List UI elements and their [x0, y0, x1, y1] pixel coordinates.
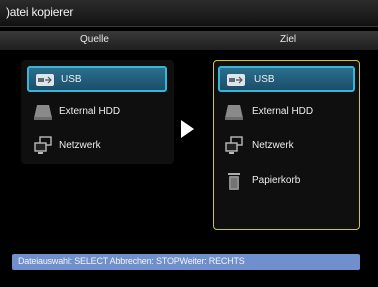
target-item-label: Papierkorb: [252, 175, 301, 186]
target-item-label: External HDD: [252, 106, 314, 117]
source-item-netzwerk[interactable]: Netzwerk: [27, 134, 167, 160]
source-item-label: Netzwerk: [59, 140, 101, 151]
source-panel: USB External HDD Netzwerk: [21, 60, 174, 164]
page-title: )atei kopierer: [6, 5, 74, 19]
source-item-external-hdd[interactable]: External HDD: [27, 100, 167, 126]
target-item-netzwerk[interactable]: Netzwerk: [218, 134, 355, 160]
usb-icon: [36, 74, 54, 86]
trash-icon: [228, 173, 240, 190]
status-bar: Dateiauswahl: SELECT Abbrechen: STOPWeit…: [12, 254, 360, 270]
network-icon: [225, 136, 243, 154]
target-column-header: Ziel: [280, 34, 297, 45]
column-header-bar: Quelle Ziel: [0, 31, 378, 50]
copy-direction-arrow-icon: [181, 120, 194, 138]
target-item-external-hdd[interactable]: External HDD: [218, 100, 355, 126]
source-item-usb[interactable]: USB: [27, 66, 167, 92]
usb-icon: [227, 74, 245, 86]
source-item-label: External HDD: [59, 106, 121, 117]
target-item-papierkorb[interactable]: Papierkorb: [218, 169, 355, 195]
target-item-usb[interactable]: USB: [218, 66, 355, 92]
target-panel: USB External HDD Netzwerk Papierkorb: [213, 60, 360, 230]
source-column-header: Quelle: [80, 34, 109, 45]
target-item-label: Netzwerk: [252, 140, 294, 151]
status-text: Dateiauswahl: SELECT Abbrechen: STOPWeit…: [18, 256, 245, 266]
hdd-icon: [34, 105, 52, 120]
hdd-icon: [225, 105, 243, 120]
source-item-label: USB: [61, 74, 82, 85]
target-item-label: USB: [254, 74, 275, 85]
title-bar: )atei kopierer: [0, 0, 378, 27]
network-icon: [34, 136, 52, 154]
